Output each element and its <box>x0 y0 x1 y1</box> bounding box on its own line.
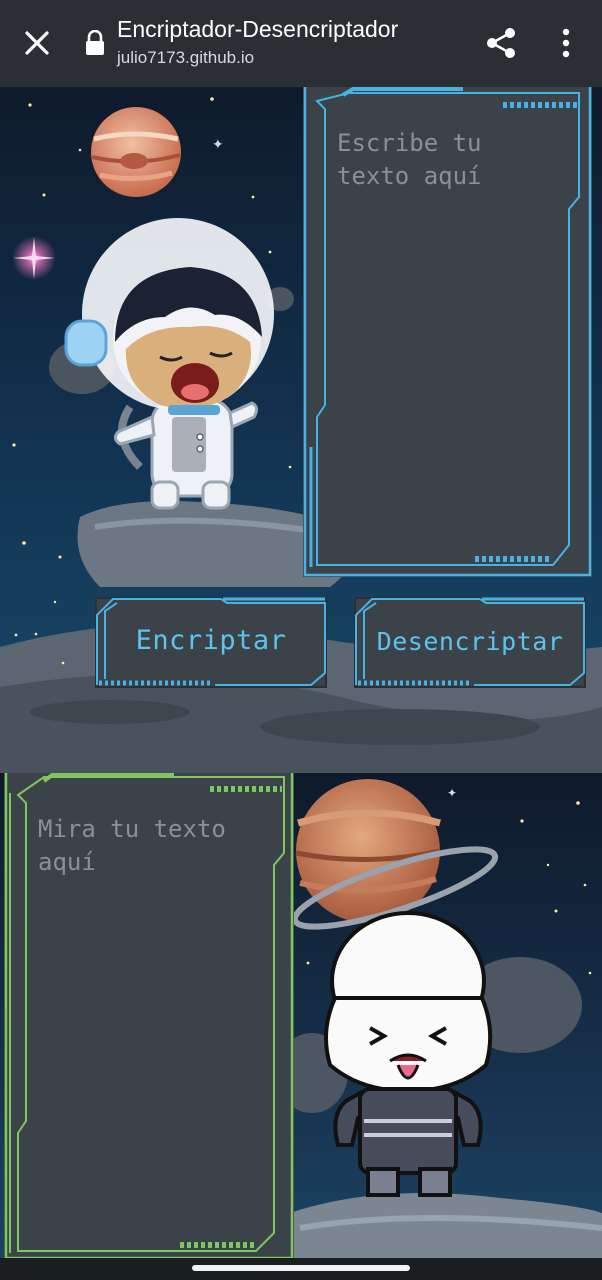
lock-icon[interactable] <box>84 30 106 56</box>
browser-toolbar: Encriptador-Desencriptador julio7173.git… <box>0 0 602 87</box>
bottom-section: ✦ <box>0 773 602 1258</box>
decrypt-button-label: Desencriptar <box>376 627 564 656</box>
decrypt-button[interactable]: Desencriptar <box>354 597 586 688</box>
gesture-navigation-bar <box>0 1258 602 1280</box>
svg-text:✦: ✦ <box>447 786 457 800</box>
home-handle[interactable] <box>192 1265 410 1271</box>
input-panel <box>303 87 592 577</box>
input-textarea[interactable] <box>337 127 559 547</box>
close-icon[interactable] <box>18 24 56 62</box>
share-icon[interactable] <box>483 25 519 61</box>
more-vert-icon[interactable] <box>553 25 579 61</box>
svg-text:✦: ✦ <box>212 137 224 153</box>
output-textarea[interactable] <box>38 813 268 1233</box>
output-panel <box>4 773 294 1258</box>
encrypt-button-label: Encriptar <box>135 625 287 656</box>
page-url[interactable]: julio7173.github.io <box>117 48 254 68</box>
encrypt-button[interactable]: Encriptar <box>95 597 327 688</box>
top-section: ✦ Escribe tu texto aquí Encriptar Desenc… <box>0 87 602 773</box>
page-title[interactable]: Encriptador-Desencriptador <box>117 16 398 43</box>
